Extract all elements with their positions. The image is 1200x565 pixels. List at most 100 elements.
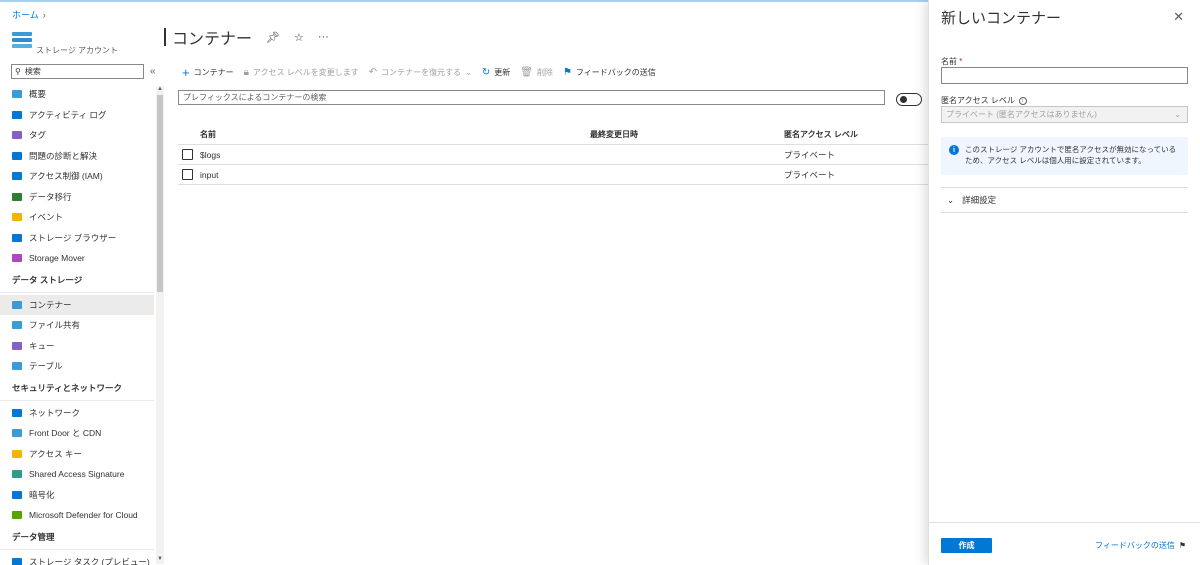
- name-label: 名前 *: [941, 57, 963, 66]
- info-message: i このストレージ アカウントで匿名アクセスが無効になっているため、アクセス レ…: [941, 137, 1188, 175]
- chevron-down-icon: ⌄: [947, 194, 955, 205]
- lock-icon: 🔒︎: [243, 66, 249, 78]
- sidebar-item[interactable]: イベント: [0, 207, 154, 228]
- add-container-button[interactable]: + コンテナー: [182, 65, 234, 80]
- sidebar-item[interactable]: コンテナー: [0, 294, 154, 315]
- access-key-icon: [12, 449, 22, 459]
- page-title: コンテナー: [172, 31, 253, 48]
- plus-icon: +: [182, 64, 190, 80]
- sidebar-item[interactable]: Storage Mover: [0, 248, 154, 269]
- sidebar-item[interactable]: アクティビティ ログ: [0, 105, 154, 126]
- sidebar-item[interactable]: 問題の診断と解決: [0, 146, 154, 167]
- sidebar-section-header: セキュリティとネットワーク: [0, 377, 154, 401]
- star-icon[interactable]: ☆: [294, 31, 304, 44]
- refresh-button[interactable]: ↻ 更新: [482, 67, 510, 78]
- advanced-settings-expander[interactable]: ⌄ 詳細設定: [941, 187, 1188, 213]
- close-icon[interactable]: ✕: [1173, 9, 1184, 25]
- pin-icon[interactable]: 📌︎: [266, 31, 280, 44]
- sidebar-item[interactable]: 暗号化: [0, 485, 154, 506]
- sidebar-item-label: アクセス キー: [29, 448, 82, 459]
- events-icon: [12, 212, 22, 222]
- sidebar-item[interactable]: アクセス制御 (IAM): [0, 166, 154, 187]
- containers-table: 名前 最終変更日時 匿名アクセス レベル $logs プライベート input プライ…: [178, 125, 928, 185]
- required-marker: *: [959, 57, 963, 66]
- sidebar-item[interactable]: タグ: [0, 125, 154, 146]
- sidebar-item-label: ネットワーク: [29, 407, 81, 418]
- sidebar-item[interactable]: キュー: [0, 336, 154, 357]
- sidebar-item-label: アクセス制御 (IAM): [29, 171, 103, 182]
- sidebar-item-label: 問題の診断と解決: [29, 150, 98, 161]
- sidebar-item[interactable]: ネットワーク: [0, 403, 154, 424]
- feedback-icon: ⚑: [1178, 541, 1186, 550]
- change-access-label: アクセス レベルを変更します: [252, 67, 359, 77]
- more-icon[interactable]: ···: [318, 31, 329, 43]
- row-checkbox[interactable]: [182, 149, 193, 160]
- breadcrumb: ホーム ›: [12, 8, 46, 21]
- row-checkbox[interactable]: [182, 169, 193, 180]
- sidebar-item-label: Shared Access Signature: [29, 469, 125, 480]
- page-header: コンテナー 📌︎ ☆ ···: [164, 25, 329, 49]
- defender-icon: [12, 510, 22, 520]
- scroll-thumb[interactable]: [157, 95, 163, 292]
- breadcrumb-home-link[interactable]: ホーム: [12, 8, 39, 21]
- sidebar-item[interactable]: Shared Access Signature: [0, 464, 154, 485]
- change-access-level-button[interactable]: 🔒︎ アクセス レベルを変更します: [244, 67, 359, 78]
- container-search-input[interactable]: プレフィックスによるコンテナーの検索: [178, 90, 885, 105]
- sidebar-scrollbar[interactable]: ▲ ▼: [156, 86, 164, 564]
- access-level-value: プライベート (匿名アクセスはありません): [946, 110, 1097, 119]
- chevron-down-icon[interactable]: ⌄: [465, 68, 472, 77]
- delete-button[interactable]: 🗑︎ 削除: [520, 67, 553, 78]
- collapse-icon[interactable]: «: [150, 66, 156, 77]
- panel-feedback-link[interactable]: フィードバックの送信 ⚑: [1095, 540, 1186, 551]
- storage-mover-icon: [12, 253, 22, 263]
- sidebar: ⚲ 検索 « 概要アクティビティ ログ タグ問題の診断と解決 アクセス制御 (IAM…: [0, 60, 164, 565]
- sidebar-item[interactable]: ファイル共有: [0, 315, 154, 336]
- search-icon: ⚲: [15, 67, 21, 76]
- sidebar-section-header: データ管理: [0, 526, 154, 550]
- undo-icon: ↶: [368, 66, 378, 78]
- scroll-down-icon[interactable]: ▼: [156, 556, 164, 564]
- chevron-down-icon: ⌄: [1174, 110, 1181, 119]
- storage-browser-icon: [12, 233, 22, 243]
- panel-footer: 作成 フィードバックの送信 ⚑: [929, 522, 1200, 565]
- sidebar-item[interactable]: ストレージ タスク (プレビュー): [0, 552, 154, 565]
- new-container-panel: 新しいコンテナー ✕ 名前 * 匿名アクセス レベル i プライベート (匿名アク…: [928, 0, 1200, 565]
- sidebar-item-label: キュー: [29, 340, 55, 351]
- sidebar-item[interactable]: テーブル: [0, 356, 154, 377]
- show-deleted-toggle[interactable]: [896, 93, 922, 106]
- column-header-access[interactable]: 匿名アクセス レベル: [784, 129, 928, 140]
- sidebar-item-label: ストレージ ブラウザー: [29, 232, 117, 243]
- column-header-name[interactable]: 名前: [200, 129, 590, 140]
- feedback-label: フィードバックの送信: [575, 67, 656, 77]
- sidebar-item[interactable]: Front Door と CDN: [0, 423, 154, 444]
- container-name-cell[interactable]: input: [200, 170, 590, 180]
- info-icon[interactable]: i: [1018, 96, 1027, 105]
- storage-account-icon: [12, 32, 32, 48]
- access-level-label: 匿名アクセス レベル i: [941, 95, 1027, 106]
- sidebar-item[interactable]: 概要: [0, 84, 154, 105]
- sidebar-item[interactable]: ストレージ ブラウザー: [0, 228, 154, 249]
- sidebar-search-input[interactable]: ⚲ 検索: [11, 64, 144, 79]
- containers-icon: [12, 300, 22, 310]
- sidebar-item[interactable]: アクセス キー: [0, 444, 154, 465]
- feedback-button[interactable]: ⚑ フィードバックの送信: [563, 67, 656, 78]
- refresh-label: 更新: [494, 67, 511, 77]
- container-name-input[interactable]: [941, 67, 1188, 84]
- restore-container-button[interactable]: ↶ コンテナーを復元する ⌄: [369, 67, 472, 78]
- sidebar-item-label: ストレージ タスク (プレビュー): [29, 556, 150, 565]
- table-row[interactable]: input プライベート: [178, 165, 928, 185]
- container-name-cell[interactable]: $logs: [200, 150, 590, 160]
- column-header-modified[interactable]: 最終変更日時: [590, 129, 784, 140]
- sidebar-item-label: イベント: [29, 212, 64, 223]
- access-level-dropdown[interactable]: プライベート (匿名アクセスはありません) ⌄: [941, 106, 1188, 123]
- create-button[interactable]: 作成: [941, 538, 992, 553]
- delete-label: 削除: [536, 67, 553, 77]
- access-level-cell: プライベート: [784, 169, 836, 180]
- overview-icon: [12, 89, 22, 99]
- sidebar-item[interactable]: データ移行: [0, 187, 154, 208]
- sas-icon: [12, 469, 22, 479]
- sidebar-item-label: 概要: [29, 89, 47, 100]
- sidebar-item[interactable]: Microsoft Defender for Cloud: [0, 505, 154, 526]
- table-row[interactable]: $logs プライベート: [178, 145, 928, 165]
- scroll-up-icon[interactable]: ▲: [156, 86, 164, 94]
